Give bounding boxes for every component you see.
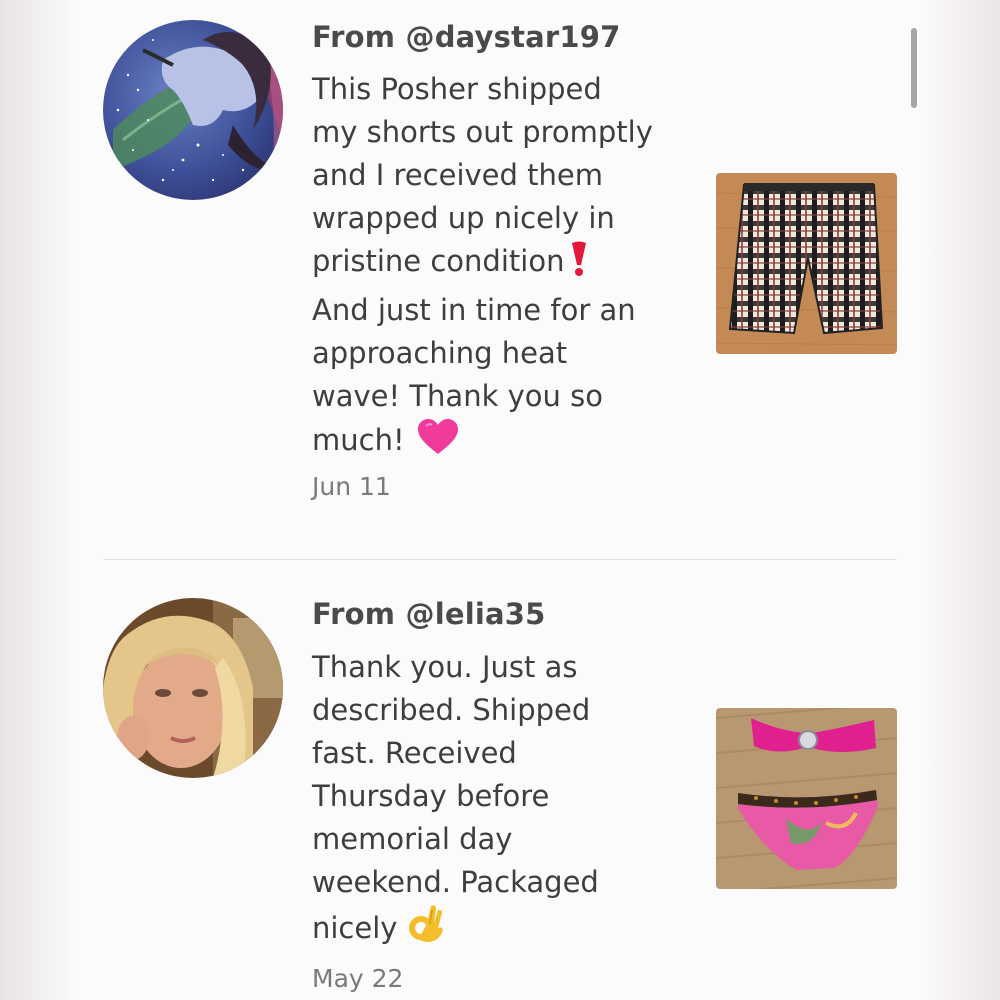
ok-hand-icon [409, 904, 445, 956]
review-line-text: pristine condition [312, 244, 565, 278]
review-line: nicely [312, 904, 692, 956]
listing-thumbnail[interactable] [716, 708, 897, 889]
review-line: fast. Received [312, 736, 517, 770]
review-text: This Posher shipped my shorts out prompt… [312, 68, 692, 468]
review-line: Thank you. Just as [312, 650, 578, 684]
listing-thumbnail[interactable] [716, 173, 897, 354]
review-line: memorial day [312, 822, 513, 856]
review-line: approaching heat [312, 336, 568, 370]
pink-heart-icon [417, 418, 459, 468]
pink-bikini-photo [716, 708, 897, 889]
woman-selfie-avatar-image [103, 598, 283, 778]
fantasy-unicorn-avatar-image [103, 20, 283, 200]
review-line: wave! Thank you so [312, 379, 603, 413]
review-line: wrapped up nicely in [312, 201, 615, 235]
review-line: This Posher shipped [312, 72, 602, 106]
reviewer-avatar[interactable] [103, 598, 283, 778]
review-line: And just in time for an [312, 293, 636, 327]
review-line: pristine condition [312, 240, 692, 289]
review-line: and I received them [312, 158, 603, 192]
review-line: my shorts out promptly [312, 115, 653, 149]
exclamation-icon [568, 241, 590, 289]
review-line: weekend. Packaged [312, 865, 599, 899]
reviewer-avatar[interactable] [103, 20, 283, 200]
divider [103, 559, 897, 560]
review-line-text: nicely [312, 911, 398, 945]
reviewer-handle[interactable]: From @lelia35 [312, 597, 546, 631]
review-line: described. Shipped [312, 693, 591, 727]
review-line-text: much! [312, 423, 405, 457]
scrollbar[interactable] [911, 28, 917, 108]
review-line: Thursday before [312, 779, 550, 813]
review-date: May 22 [312, 964, 404, 993]
reviewer-handle[interactable]: From @daystar197 [312, 20, 621, 54]
plaid-shorts-photo [716, 173, 897, 354]
review-text: Thank you. Just as described. Shipped fa… [312, 646, 692, 956]
review-line: much! [312, 418, 692, 468]
review-date: Jun 11 [312, 472, 391, 501]
